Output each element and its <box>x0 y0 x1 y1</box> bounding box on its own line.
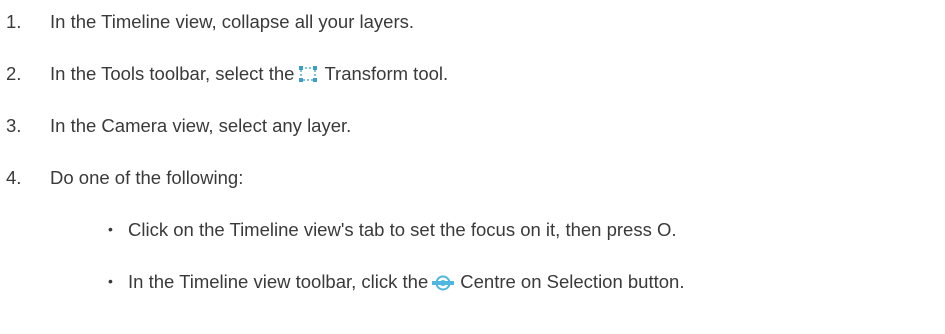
step-text-before: In the Tools toolbar, select the <box>50 63 295 84</box>
bullet-text: Click on the Timeline view's tab to set … <box>128 219 677 240</box>
step-number: 1. <box>6 11 22 32</box>
step-text: In the Timeline view, collapse all your … <box>50 11 415 32</box>
step-text: In the Camera view, select any layer. <box>50 115 352 136</box>
centre-on-selection-icon <box>432 273 455 297</box>
bullet-text-after: Centre on Selection button. <box>460 271 685 292</box>
step-2: 2. In the Tools toolbar, select the Trans… <box>6 62 448 89</box>
step-4: 4. Do one of the following: <box>6 166 243 190</box>
bullet-text-before: In the Timeline view toolbar, click the <box>128 271 429 292</box>
step-3: 3. In the Camera view, select any layer. <box>6 114 351 138</box>
bullet-item-1: • Click on the Timeline view's tab to set… <box>108 218 677 243</box>
step-text: Do one of the following: <box>50 167 244 188</box>
bullet-item-2: • In the Timeline view toolbar, click the… <box>108 270 684 297</box>
step-number: 4. <box>6 167 22 188</box>
transform-tool-icon <box>298 65 318 89</box>
step-1: 1. In the Timeline view, collapse all you… <box>6 10 414 34</box>
step-number: 2. <box>6 63 22 84</box>
bullet-glyph: • <box>108 273 113 289</box>
bullet-glyph: • <box>108 221 113 237</box>
step-text-after: Transform tool. <box>324 63 449 84</box>
step-number: 3. <box>6 115 22 136</box>
document-page: { "steps": [ { "number": "1.", "text": "… <box>0 0 945 334</box>
